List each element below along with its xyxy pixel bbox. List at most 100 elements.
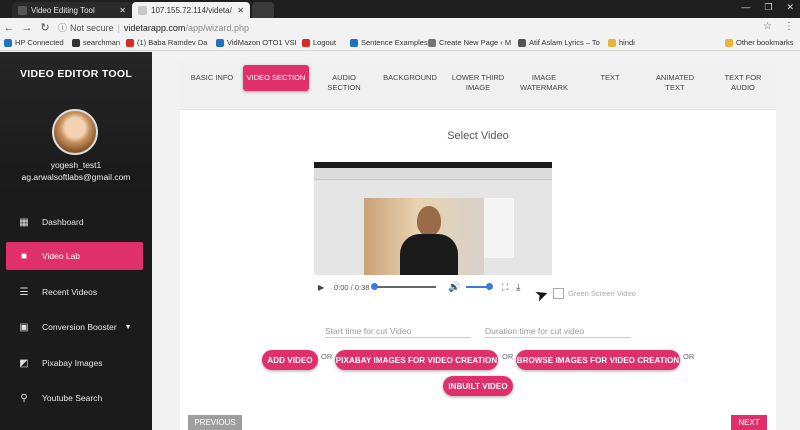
video-player[interactable]: [314, 162, 552, 275]
restore-icon[interactable]: ❐: [764, 2, 772, 13]
caret-down-icon: ▼: [124, 323, 132, 331]
fullscreen-icon[interactable]: ⛶: [502, 282, 516, 293]
list-icon: ☰: [19, 286, 29, 298]
add-video-button[interactable]: ADD VIDEO: [262, 350, 318, 370]
or-separator: OR: [683, 352, 695, 361]
browser-tab-bar: Video Editing Tool ✕ 107.155.72.114/vide…: [0, 0, 800, 18]
search-icon: ⚲: [20, 392, 28, 404]
tab-animated-text[interactable]: ANIMATED TEXT: [650, 73, 700, 93]
tab-audio-section[interactable]: AUDIO SECTION: [320, 73, 368, 93]
bookmark-icon: [518, 38, 526, 47]
seek-bar[interactable]: [371, 283, 436, 290]
video-frame-person: [400, 206, 458, 275]
tab-image-watermark[interactable]: IMAGE WATERMARK: [516, 73, 572, 93]
toolbar-actions: ☆ ⋮: [763, 21, 794, 32]
sidebar-item-label: Pixabay Images: [42, 358, 103, 368]
inbuilt-video-button[interactable]: INBUILT VIDEO: [443, 376, 513, 396]
tab-text[interactable]: TEXT: [590, 73, 630, 83]
green-screen-option[interactable]: Green Screen Video: [553, 288, 636, 299]
download-icon[interactable]: ⤓: [516, 282, 530, 293]
volume-icon[interactable]: 🔊: [448, 282, 466, 293]
sidebar-item-recent-videos[interactable]: ☰ Recent Videos: [0, 278, 152, 306]
sidebar-item-dashboard[interactable]: ▦ Dashboard: [0, 208, 152, 236]
image-icon: ▣: [19, 321, 29, 333]
sidebar-item-label: Video Lab: [42, 251, 81, 261]
url-separator: |: [117, 22, 120, 33]
tab-video-section[interactable]: VIDEO SECTION: [243, 65, 309, 91]
sidebar: VIDEO EDITOR TOOL yogesh_test1 ag.arwals…: [0, 52, 152, 430]
folder-icon: [608, 38, 616, 47]
video-frame: [314, 168, 552, 275]
bookmark-item[interactable]: Other bookmarks: [725, 38, 794, 47]
star-icon[interactable]: ☆: [763, 21, 772, 32]
sidebar-item-youtube-search[interactable]: ⚲ Youtube Search: [0, 384, 152, 412]
sidebar-item-label: Youtube Search: [42, 393, 103, 403]
previous-button[interactable]: PREVIOUS: [188, 415, 242, 430]
tab-background[interactable]: BACKGROUND: [380, 73, 440, 83]
close-window-icon[interactable]: ✕: [786, 2, 794, 13]
bookmark-item[interactable]: VidMazon OTO1 VSI: [216, 38, 297, 47]
avatar[interactable]: [52, 109, 98, 155]
page-icon: [428, 38, 436, 47]
sidebar-item-video-lab[interactable]: ■ Video Lab: [6, 242, 143, 270]
close-icon[interactable]: ✕: [119, 6, 126, 15]
bookmark-item[interactable]: (1) Baba Ramdev Da: [126, 38, 207, 47]
duration-time-input[interactable]: [485, 320, 631, 338]
volume-slider[interactable]: [466, 283, 493, 290]
info-icon[interactable]: ⓘ: [58, 21, 67, 34]
user-email: ag.arwalsoftlabs@gmail.com: [21, 172, 131, 182]
url-path: /app/wizard.php: [185, 22, 249, 33]
minimize-icon[interactable]: —: [741, 2, 750, 13]
video-time: 0:00 / 0:38: [334, 282, 370, 292]
sidebar-item-pixabay-images[interactable]: ◩ Pixabay Images: [0, 349, 152, 377]
bookmark-item[interactable]: Atif Aslam Lyrics – To: [518, 38, 600, 47]
close-icon[interactable]: ✕: [237, 6, 244, 15]
next-button[interactable]: NEXT: [731, 415, 767, 430]
sidebar-item-conversion-booster[interactable]: ▣ Conversion Booster ▼: [0, 313, 152, 341]
bookmark-item[interactable]: Logout: [302, 38, 336, 47]
bookmark-item[interactable]: searchman: [72, 38, 120, 47]
videocam-icon: ■: [20, 250, 28, 262]
video-frame-browser-bar: [314, 168, 552, 180]
new-tab-button[interactable]: [252, 2, 274, 18]
bookmark-item[interactable]: HP Connected: [4, 38, 64, 47]
youtube-icon: [126, 38, 134, 47]
seek-handle[interactable]: [371, 283, 378, 290]
forward-arrow-icon[interactable]: →: [18, 22, 36, 34]
green-screen-label: Green Screen Video: [568, 289, 636, 298]
tab-text-for-audio[interactable]: TEXT FOR AUDIO: [718, 73, 768, 93]
green-screen-checkbox[interactable]: [553, 288, 564, 299]
address-bar[interactable]: ⓘ Not secure | videtarapp.com /app/wizar…: [58, 20, 758, 35]
browse-images-button[interactable]: BROWSE IMAGES FOR VIDEO CREATION: [516, 350, 680, 370]
browser-toolbar: ← → ↻ ⓘ Not secure | videtarapp.com /app…: [0, 18, 800, 37]
dashboard-icon: ▦: [19, 216, 29, 228]
sidebar-profile-panel: VIDEO EDITOR TOOL yogesh_test1 ag.arwals…: [0, 52, 152, 192]
tab-title: Video Editing Tool: [31, 5, 95, 15]
volume-handle[interactable]: [486, 283, 493, 290]
bookmark-item[interactable]: Sentence Examples: [350, 38, 428, 47]
sidebar-item-label: Conversion Booster: [42, 322, 117, 332]
sidebar-item-label: Dashboard: [42, 217, 84, 227]
tab-lower-third-image[interactable]: LOWER THIRD IMAGE: [448, 73, 508, 93]
section-title: Select Video: [447, 130, 509, 142]
reload-icon[interactable]: ↻: [36, 21, 54, 34]
browser-tab-video-editing-tool[interactable]: Video Editing Tool ✕: [12, 2, 132, 18]
bookmark-item[interactable]: Create New Page ‹ M: [428, 38, 511, 47]
or-separator: OR: [502, 352, 514, 361]
tab-basic-info[interactable]: BASIC INFO: [188, 73, 236, 83]
wizard-card: BASIC INFO VIDEO SECTION AUDIO SECTION B…: [180, 62, 776, 430]
url-host: videtarapp.com: [123, 22, 186, 33]
video-controls: ▶ 0:00 / 0:38 🔊 ⛶ ⤓: [314, 280, 552, 294]
bookmark-item[interactable]: hindi: [608, 38, 635, 47]
video-frame-side-panel: [484, 198, 514, 258]
sidebar-item-label: Recent Videos: [42, 287, 98, 297]
back-arrow-icon[interactable]: ←: [0, 22, 18, 34]
start-time-input[interactable]: [325, 320, 471, 338]
pixabay-images-button[interactable]: PIXABAY IMAGES FOR VIDEO CREATION: [335, 350, 498, 370]
tab-favicon: [18, 5, 27, 15]
browser-tab-ip[interactable]: 107.155.72.114/videta/ ✕: [132, 2, 250, 18]
security-status: Not secure: [70, 22, 114, 33]
logout-icon: [302, 38, 310, 47]
play-icon[interactable]: ▶: [318, 283, 328, 292]
menu-dots-icon[interactable]: ⋮: [784, 21, 794, 32]
